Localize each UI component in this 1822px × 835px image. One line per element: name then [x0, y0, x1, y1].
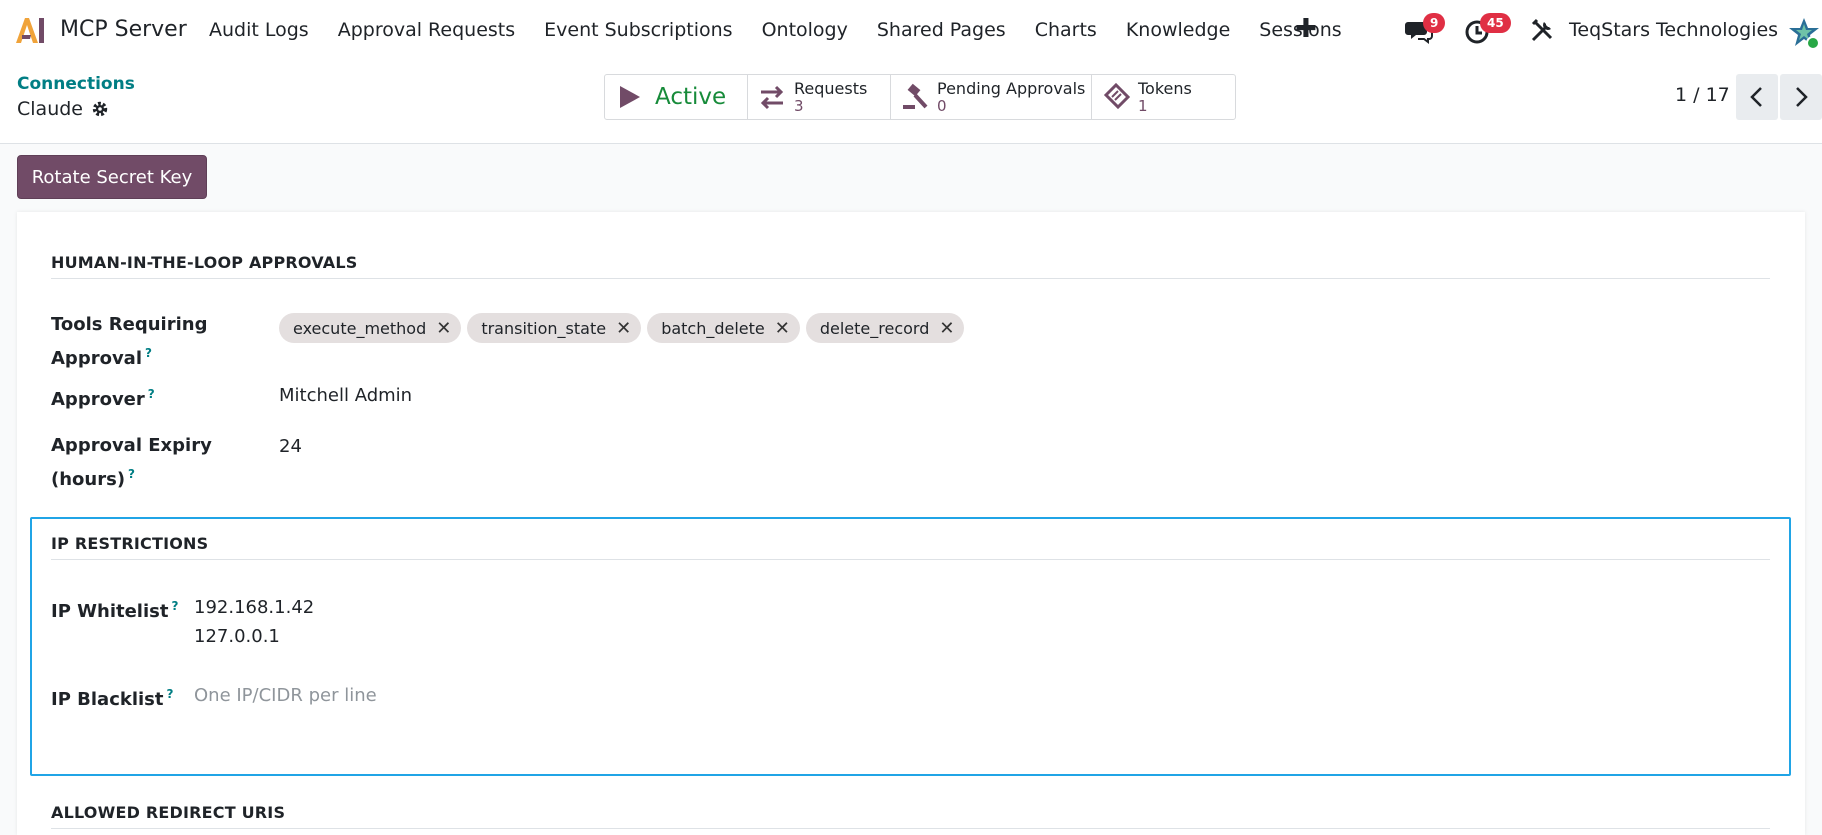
tag-batch-delete: batch_delete ✕	[647, 313, 800, 343]
menu-approval-requests[interactable]: Approval Requests	[338, 19, 515, 41]
status-active-button[interactable]: Active	[605, 75, 748, 119]
menu-ontology[interactable]: Ontology	[762, 19, 848, 41]
tag-delete-record: delete_record ✕	[805, 313, 965, 343]
app-name[interactable]: MCP Server	[60, 17, 187, 42]
pending-approvals-button[interactable]: Pending Approvals 0	[891, 75, 1092, 119]
play-icon	[620, 86, 640, 108]
ip-whitelist-label: IP Whitelist?	[51, 599, 179, 622]
ticket-icon	[1103, 83, 1130, 110]
rotate-secret-key-button[interactable]: Rotate Secret Key	[17, 155, 207, 199]
top-navbar: MCP Server Audit Logs Approval Requests …	[0, 0, 1822, 62]
breadcrumb-connections[interactable]: Connections	[17, 74, 135, 94]
gavel-icon	[903, 83, 928, 109]
breadcrumb-current: Claude	[17, 98, 109, 120]
pager-previous-button[interactable]	[1736, 74, 1778, 120]
tools-requiring-approval-label: Tools Requiring Approval?	[51, 314, 208, 369]
status-label: Active	[655, 84, 727, 110]
remove-tag-icon[interactable]: ✕	[939, 318, 954, 339]
help-icon[interactable]: ?	[167, 687, 174, 701]
record-title: Claude	[17, 98, 83, 120]
messages-badge: 9	[1423, 13, 1446, 33]
tag-execute-method: execute_method ✕	[279, 313, 462, 343]
menu-audit-logs[interactable]: Audit Logs	[209, 19, 309, 41]
chevron-right-icon	[1796, 87, 1808, 107]
ip-blacklist-field[interactable]: One IP/CIDR per line	[194, 681, 377, 710]
company-switcher[interactable]: TeqStars Technologies	[1569, 19, 1778, 41]
approval-expiry-field[interactable]: 24	[279, 432, 302, 461]
ip-whitelist-field[interactable]: 192.168.1.42 127.0.0.1	[194, 593, 314, 651]
section-title-redirect-uris: ALLOWED REDIRECT URIS	[51, 803, 286, 822]
approver-label: Approver?	[51, 387, 155, 410]
approval-expiry-label: Approval Expiry (hours)?	[51, 435, 212, 490]
tools-tags-field[interactable]: execute_method ✕ transition_state ✕ batch_…	[279, 313, 965, 343]
requests-value: 3	[794, 96, 804, 115]
menu-event-subscriptions[interactable]: Event Subscriptions	[544, 19, 732, 41]
remove-tag-icon[interactable]: ✕	[775, 318, 790, 339]
approver-field[interactable]: Mitchell Admin	[279, 381, 412, 410]
tokens-button[interactable]: Tokens 1	[1092, 75, 1235, 119]
chevron-left-icon	[1750, 87, 1762, 107]
pager-next-button[interactable]	[1780, 74, 1822, 120]
app-logo-icon[interactable]	[14, 15, 46, 45]
pending-approvals-label: Pending Approvals	[937, 78, 1086, 98]
pending-approvals-value: 0	[937, 96, 947, 115]
help-icon[interactable]: ?	[171, 599, 178, 613]
section-title-ip-restrictions: IP RESTRICTIONS	[51, 534, 209, 553]
main-menu: Audit Logs Approval Requests Event Subsc…	[209, 19, 1371, 41]
smart-buttons: Active Requests 3 Pending Approvals 0 To…	[604, 74, 1236, 120]
help-icon[interactable]: ?	[128, 467, 135, 481]
ip-blacklist-label: IP Blacklist?	[51, 687, 174, 710]
remove-tag-icon[interactable]: ✕	[436, 318, 451, 339]
control-panel: Connections Claude Active Requests 3 Pen…	[0, 62, 1822, 144]
help-icon[interactable]: ?	[148, 387, 155, 401]
remove-tag-icon[interactable]: ✕	[616, 318, 631, 339]
gear-icon[interactable]	[91, 100, 109, 118]
plus-icon[interactable]: ✚	[1295, 14, 1317, 44]
menu-knowledge[interactable]: Knowledge	[1126, 19, 1230, 41]
section-divider	[51, 828, 1770, 829]
menu-charts[interactable]: Charts	[1035, 19, 1097, 41]
section-divider	[51, 559, 1770, 560]
exchange-icon	[760, 85, 784, 110]
help-icon[interactable]: ?	[145, 346, 152, 360]
tokens-value: 1	[1138, 96, 1148, 115]
section-divider	[51, 278, 1770, 279]
form-statusbar	[0, 144, 1822, 210]
tag-transition-state: transition_state ✕	[467, 313, 642, 343]
menu-shared-pages[interactable]: Shared Pages	[877, 19, 1006, 41]
pager-value[interactable]: 1 / 17	[1675, 84, 1730, 106]
requests-button[interactable]: Requests 3	[748, 75, 891, 119]
tokens-label: Tokens	[1138, 78, 1192, 98]
debug-tools-icon[interactable]	[1527, 16, 1557, 46]
online-status-dot	[1806, 36, 1820, 50]
section-title-approvals: HUMAN-IN-THE-LOOP APPROVALS	[51, 253, 358, 272]
activities-badge: 45	[1480, 13, 1511, 33]
requests-label: Requests	[794, 78, 868, 98]
